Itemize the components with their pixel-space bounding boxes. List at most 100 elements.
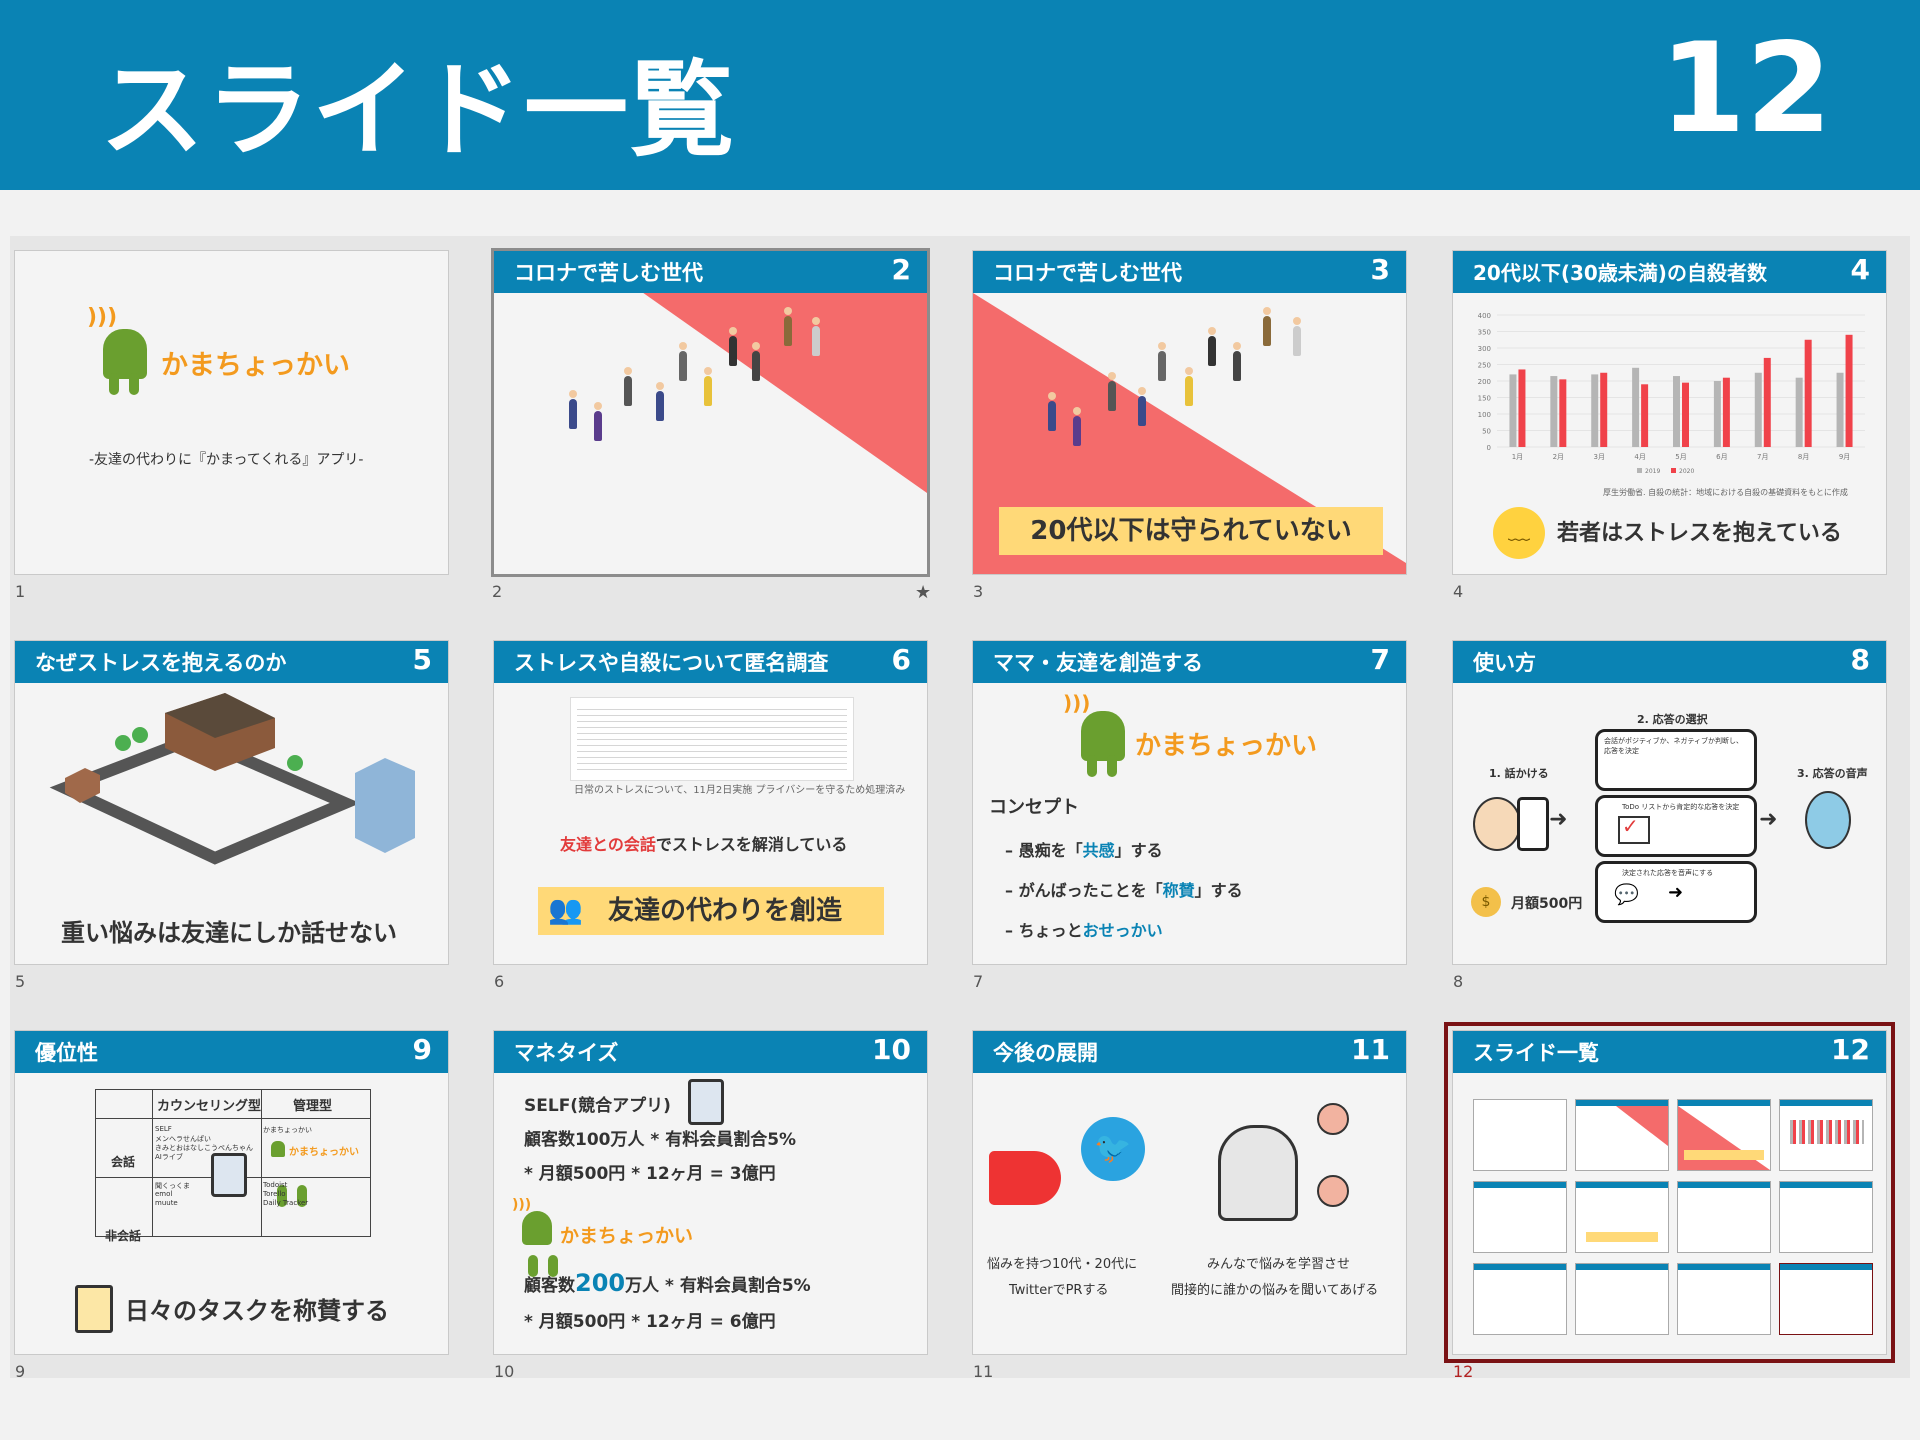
- slide-thumbnail-6[interactable]: ストレスや自殺について匿名調査 6 日常のストレスについて、11月2日実施 プラ…: [493, 640, 928, 965]
- person-icon: [656, 382, 664, 421]
- bar-2019: [1836, 372, 1844, 447]
- slide-thumbnail-7[interactable]: ママ・友達を創造する 7 ))) かまちょっかい コンセプト – 愚痴を「共感」…: [972, 640, 1407, 965]
- x-tick-label: 3月: [1593, 453, 1604, 461]
- hand-logo-icon: [271, 1141, 307, 1207]
- header-bar: スライド一覧 12: [0, 0, 1920, 190]
- bar-2019: [1754, 372, 1762, 447]
- person-icon: [594, 402, 602, 441]
- slide-index-4: 4: [1453, 582, 1464, 601]
- slide-thumbnail-8[interactable]: 使い方 8 1. 話かける 2. 応答の選択 3. 応答の音声 ➜ 会話がポジテ…: [1452, 640, 1887, 965]
- slide-title: マネタイズ: [514, 1041, 619, 1065]
- slide-thumbnail-11[interactable]: 今後の展開 11 🐦 悩みを持つ10代・20代に TwitterでPRする みん…: [972, 1030, 1407, 1355]
- banner-text: 友達の代わりを創造: [608, 896, 843, 926]
- slide-index-2: 2: [492, 582, 503, 601]
- mini-slide-thumbnail: [1677, 1181, 1771, 1253]
- slide-number: 5: [412, 643, 432, 676]
- y-tick-label: 400: [1478, 312, 1491, 320]
- legend-label: 2020: [1679, 468, 1694, 475]
- price-label: 月額500円: [1511, 896, 1583, 912]
- legend-swatch: [1671, 468, 1676, 473]
- person-icon: [1158, 342, 1166, 381]
- slide-thumbnail-10[interactable]: マネタイズ 10 SELF(競合アプリ) 顧客数100万人 * 有料会員割合5%…: [493, 1030, 928, 1355]
- arrow-icon: ➜: [1759, 807, 1778, 832]
- bar-2020: [1559, 379, 1567, 447]
- slide-number: 2: [891, 253, 911, 286]
- person-icon: [1233, 342, 1241, 381]
- slide-index-5: 5: [15, 972, 26, 991]
- bar-2019: [1632, 367, 1640, 447]
- slide-number: 12: [1831, 1033, 1870, 1066]
- person-avatar-icon: [1317, 1175, 1349, 1207]
- slide-thumbnail-9[interactable]: 優位性 9 カウンセリング型 管理型 会話 非会話 SELF メンヘラせんぱい …: [14, 1030, 449, 1355]
- slide-thumbnail-1[interactable]: ))) かまちょっかい -友達の代わりに『かまってくれる』アプリ-: [14, 250, 449, 575]
- y-tick-label: 350: [1478, 329, 1491, 337]
- legend-label: 2019: [1645, 468, 1660, 475]
- chart-svg: 0 50 100 150 200 250 300 350 400 1月 2月 3月 4月 5月 6月 7月 8月…: [1478, 312, 1865, 475]
- slide-thumbnail-2[interactable]: コロナで苦しむ世代 2: [491, 248, 930, 577]
- step-2-label: 2. 応答の選択: [1637, 713, 1708, 726]
- person-avatar-icon: [1317, 1103, 1349, 1135]
- mini-slide-thumbnail: [1779, 1263, 1873, 1335]
- app-name: muute: [155, 1199, 178, 1207]
- slide-number: 7: [1370, 643, 1390, 676]
- ai-head-icon: [1218, 1125, 1298, 1221]
- person-icon: [1138, 387, 1146, 426]
- coin-icon: $: [1471, 887, 1501, 917]
- app-name: SELF: [155, 1125, 172, 1133]
- people-icon: 👥: [548, 893, 583, 926]
- transition-star-icon: ★: [915, 582, 932, 603]
- bar-2019: [1795, 377, 1803, 447]
- plan-text: みんなで悩みを学習させ: [1207, 1257, 1351, 1272]
- y-tick-label: 150: [1478, 395, 1491, 403]
- y-tick-label: 50: [1482, 428, 1491, 436]
- revenue-line: * 月額500円 * 12ヶ月 = 3億円: [524, 1164, 776, 1184]
- y-tick-label: 0: [1487, 444, 1491, 452]
- hand-logo-icon: [1081, 711, 1125, 777]
- x-tick-label: 6月: [1716, 453, 1727, 461]
- column-header: カウンセリング型: [157, 1099, 262, 1114]
- app-name: AIライブ: [155, 1153, 183, 1161]
- step-1-label: 1. 話かける: [1489, 767, 1549, 780]
- slide-thumbnail-4[interactable]: 20代以下(30歳未満)の自殺者数 4 0 50 100 150 200 250 300 35…: [1452, 250, 1887, 575]
- revenue-line: * 月額500円 * 12ヶ月 = 6億円: [524, 1312, 776, 1332]
- y-tick-label: 200: [1478, 378, 1491, 386]
- person-icon: [1208, 327, 1216, 366]
- app-name: emol: [155, 1190, 173, 1198]
- person-icon: [812, 317, 820, 356]
- bar-2020: [1518, 369, 1526, 447]
- mini-slide-thumbnail: [1779, 1099, 1873, 1171]
- highlight-banner: 👥 友達の代わりを創造: [538, 887, 884, 935]
- slide-thumbnail-3[interactable]: コロナで苦しむ世代 3 20代以下は守られていない: [972, 250, 1407, 575]
- app-name: Daily Tracker: [263, 1199, 309, 1207]
- slide-title-bar: 使い方 8: [1453, 641, 1886, 683]
- plan-text: 間接的に誰かの悩みを聞いてあげる: [1171, 1283, 1379, 1298]
- legend-swatch: [1637, 468, 1642, 473]
- slide-title: ママ・友達を創造する: [993, 651, 1203, 675]
- competitor-label: SELF(競合アプリ): [524, 1096, 671, 1116]
- logo-text: かまちょっかい: [560, 1225, 694, 1247]
- slide-thumbnail-12[interactable]: スライド一覧 12: [1444, 1022, 1895, 1363]
- mini-slide-thumbnail: [1473, 1181, 1567, 1253]
- mini-slide-thumbnail: [1575, 1263, 1669, 1335]
- concept-item-1: – 愚痴を「共感」する: [1005, 841, 1163, 860]
- revenue-line: 顧客数100万人 * 有料会員割合5%: [524, 1130, 797, 1150]
- slide-caption: 重い悩みは友達にしか話せない: [61, 919, 397, 947]
- row-header: 会話: [111, 1155, 136, 1169]
- slide-title: コロナで苦しむ世代: [514, 261, 703, 285]
- revenue-line: 顧客数200万人 * 有料会員割合5%: [524, 1269, 811, 1297]
- slide-title-bar: 優位性 9: [15, 1031, 448, 1073]
- tablet-chat-icon: [688, 1079, 724, 1125]
- slide-index-6: 6: [494, 972, 505, 991]
- survey-screenshot: [570, 697, 854, 781]
- signal-icon: ))): [1063, 691, 1091, 715]
- plan-text: 悩みを持つ10代・20代に: [987, 1257, 1138, 1272]
- finding-text: でストレスを解消している: [655, 835, 848, 854]
- slide-title: 優位性: [35, 1041, 98, 1065]
- x-tick-label: 4月: [1634, 453, 1645, 461]
- bar-2019: [1509, 374, 1517, 447]
- y-tick-label: 250: [1478, 362, 1491, 370]
- logo-text-small: かまちょっかい: [289, 1147, 359, 1158]
- face-icon: [1473, 797, 1521, 851]
- concept-item-3: – ちょっとおせっかい: [1005, 921, 1163, 940]
- slide-thumbnail-5[interactable]: なぜストレスを抱えるのか 5 重い悩みは友達にしか話せない: [14, 640, 449, 965]
